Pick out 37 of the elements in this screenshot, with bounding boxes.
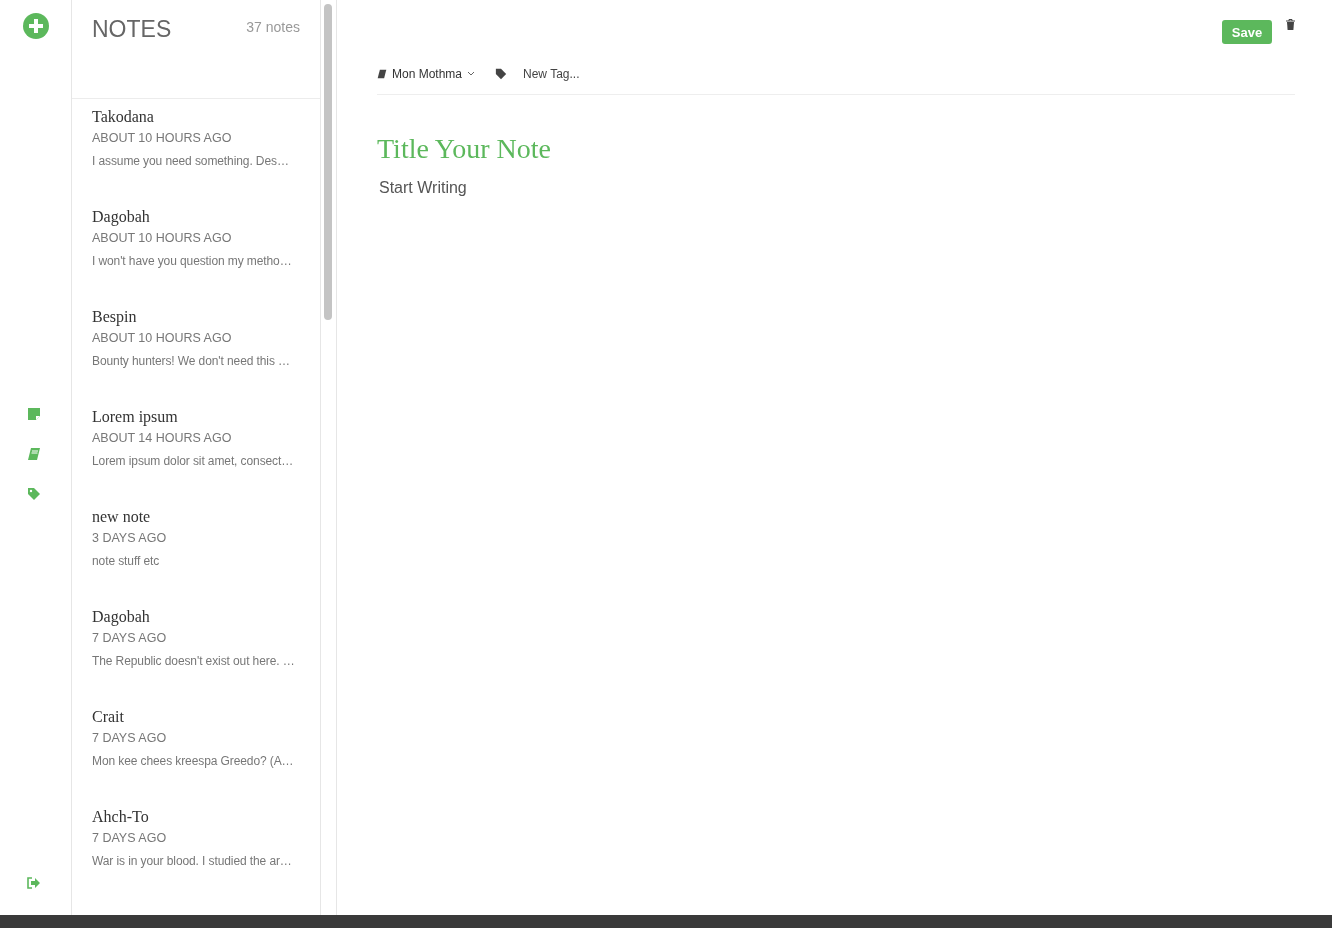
note-preview: Bounty hunters! We don't need this …	[92, 354, 291, 368]
note-title: Lorem ipsum	[92, 408, 179, 426]
note-count: 37 notes	[246, 19, 300, 35]
note-preview: I assume you need something. Des…	[92, 154, 290, 168]
note-preview: The Republic doesn't exist out here. …	[92, 654, 296, 668]
trash-icon[interactable]	[1286, 19, 1295, 30]
note-preview: War is in your blood. I studied the ar…	[92, 854, 293, 868]
scrollbar-thumb[interactable]	[324, 4, 332, 320]
note-time: 3 DAYS AGO	[92, 531, 168, 545]
list-title: NOTES	[92, 16, 172, 43]
note-time: ABOUT 10 HOURS AGO	[92, 131, 233, 145]
note-title: Bespin	[92, 308, 138, 326]
notebook-dropdown[interactable]: Mon Mothma	[377, 67, 476, 81]
book-icon	[26, 447, 41, 461]
note-time: ABOUT 14 HOURS AGO	[92, 431, 233, 445]
book-icon	[377, 69, 387, 79]
note-title: Crait	[92, 708, 125, 726]
note-icon	[26, 407, 41, 421]
add-icon[interactable]	[21, 12, 50, 40]
note-time: ABOUT 10 HOURS AGO	[92, 231, 233, 245]
note-time: 7 DAYS AGO	[92, 731, 168, 745]
tag-icon	[26, 487, 41, 501]
note-title: Dagobah	[92, 208, 151, 226]
note-preview: I won't have you question my metho…	[92, 254, 293, 268]
note-title: Takodana	[92, 108, 155, 126]
note-title: Dagobah	[92, 608, 151, 626]
note-time: ABOUT 10 HOURS AGO	[92, 331, 233, 345]
chevron-down-icon	[467, 71, 476, 77]
sign-out-icon[interactable]	[26, 877, 41, 889]
note-time: 7 DAYS AGO	[92, 631, 168, 645]
note-preview: Mon kee chees kreespa Greedo? (A…	[92, 754, 295, 768]
note-time: 7 DAYS AGO	[92, 831, 168, 845]
note-title: new note	[92, 508, 152, 526]
note-preview: Lorem ipsum dolor sit amet, consect…	[92, 454, 295, 468]
note-preview: note stuff etc	[92, 554, 161, 568]
tag-icon	[495, 68, 508, 80]
note-title: Ahch-To	[92, 808, 150, 826]
